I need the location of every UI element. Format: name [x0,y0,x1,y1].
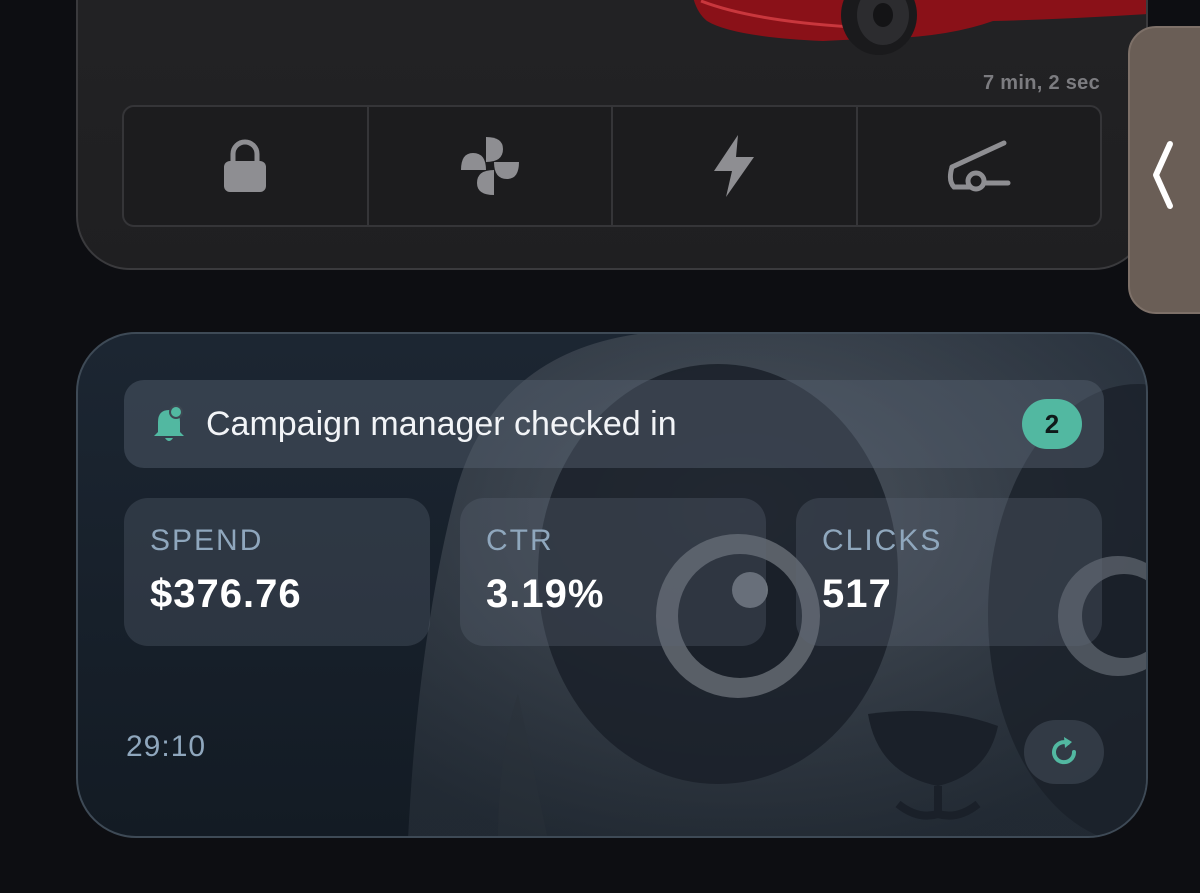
chevron-left-icon [1153,141,1173,209]
frunk-button[interactable] [858,107,1101,225]
car-controls [122,105,1102,227]
metric-label: SPEND [150,524,264,557]
lock-icon [224,139,267,192]
notification-banner[interactable]: Campaign manager checked in 2 [124,380,1104,468]
elapsed-time: 7 min, 2 sec [983,72,1100,94]
car-image [693,0,1146,55]
frunk-icon [947,140,1011,192]
countdown-timer: 29:10 [126,730,207,763]
lightning-icon [714,135,755,197]
metric-label: CLICKS [822,524,943,557]
campaign-widget: Campaign manager checked in 2 SPEND $376… [76,332,1148,838]
lock-button[interactable] [124,107,369,225]
metric-label: CTR [486,524,554,557]
metrics-row: SPEND $376.76 CTR 3.19% CLICKS 517 [124,498,1104,646]
metric-spend[interactable]: SPEND $376.76 [124,498,430,646]
metric-clicks[interactable]: CLICKS 517 [796,498,1102,646]
refresh-icon [1052,737,1077,765]
metric-value: 517 [822,572,892,616]
fan-icon [460,137,519,195]
metric-value: $376.76 [150,572,302,616]
notification-title: Campaign manager checked in [206,404,677,443]
notification-count-badge: 2 [1022,399,1082,449]
car-widget: 7 min, 2 sec [76,0,1148,270]
metric-value: 3.19% [486,572,605,616]
bell-icon [154,405,184,441]
metric-ctr[interactable]: CTR 3.19% [460,498,766,646]
refresh-button[interactable] [1024,720,1104,784]
side-panel-handle[interactable] [1128,26,1200,314]
charge-button[interactable] [613,107,858,225]
climate-button[interactable] [369,107,613,225]
screen: 7 min, 2 sec Campaign manager checked in… [0,0,1200,893]
